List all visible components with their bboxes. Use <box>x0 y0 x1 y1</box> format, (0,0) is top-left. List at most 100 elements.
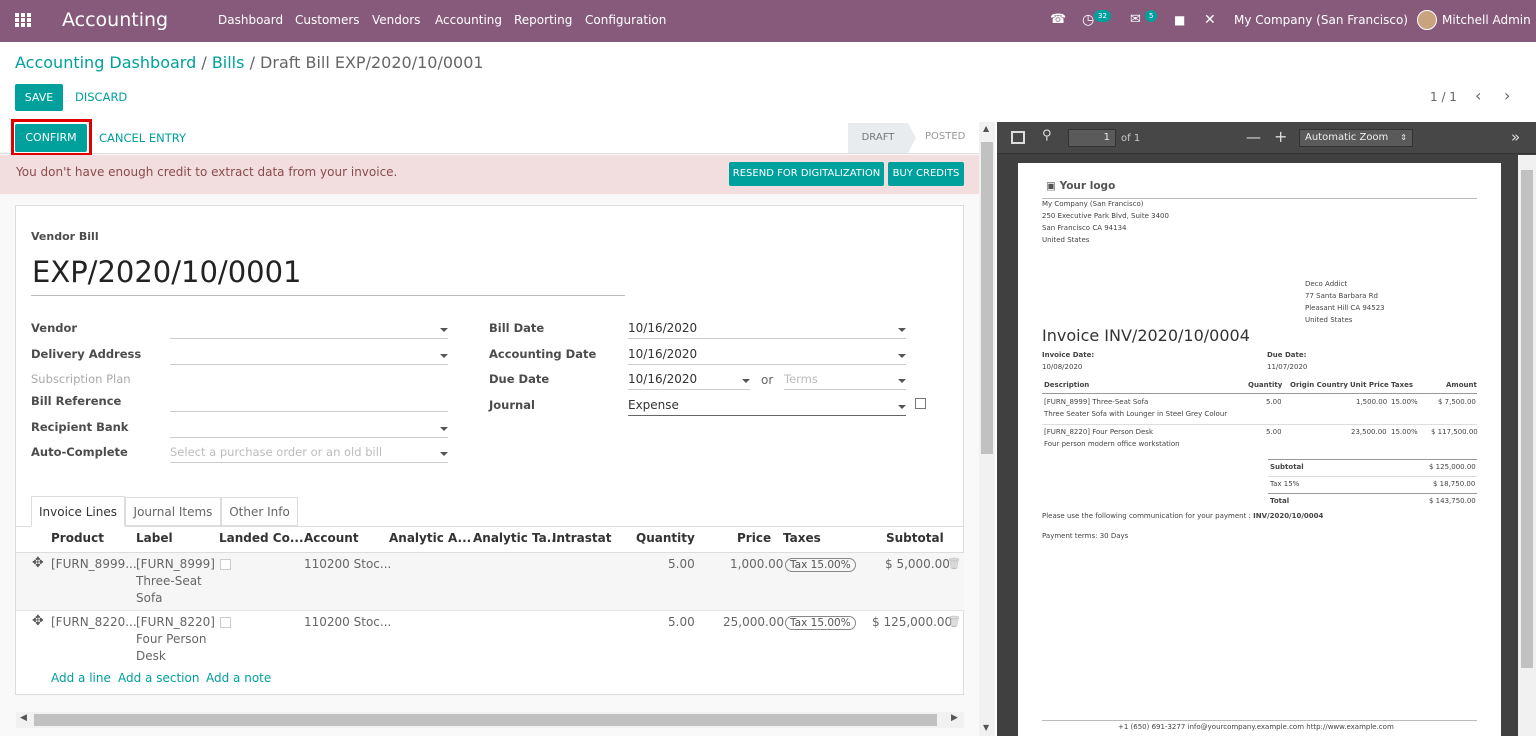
row-price[interactable]: 25,000.00 <box>723 615 784 629</box>
drag-handle-icon[interactable]: ✥ <box>32 555 44 571</box>
menu-accounting[interactable]: Accounting <box>435 0 502 40</box>
bill-number[interactable]: EXP/2020/10/0001 <box>32 255 302 289</box>
scroll-down-icon[interactable]: ▼ <box>983 723 989 732</box>
chevron-down-icon <box>898 328 906 332</box>
drag-handle-icon[interactable]: ✥ <box>32 613 44 629</box>
column-header[interactable]: Label <box>136 531 173 545</box>
sidebar-toggle-icon[interactable] <box>1011 131 1025 144</box>
row-quantity[interactable]: 5.00 <box>668 557 695 571</box>
column-header[interactable]: Subtotal <box>886 531 944 545</box>
tax-badge[interactable]: Tax 15.00% <box>785 558 856 572</box>
tab-invoice-lines[interactable]: Invoice Lines <box>31 496 125 527</box>
scrollbar-thumb[interactable] <box>981 142 993 454</box>
column-header[interactable]: Taxes <box>783 531 821 545</box>
zoom-select[interactable]: Automatic Zoom ⇕ <box>1299 129 1413 147</box>
user-avatar[interactable] <box>1417 10 1437 30</box>
row-subtotal: $ 5,000.00 <box>885 557 950 571</box>
bill-reference-field[interactable] <box>170 394 448 412</box>
column-header[interactable]: Quantity <box>636 531 695 545</box>
column-header[interactable]: Price <box>737 531 771 545</box>
user-menu[interactable]: Mitchell Admin <box>1442 0 1531 40</box>
status-posted[interactable]: POSTED <box>925 131 965 142</box>
pager-previous-icon[interactable]: ‹ <box>1475 86 1481 105</box>
row-label[interactable]: [FURN_8999] <box>136 557 215 571</box>
buy-credits-button[interactable]: BUY CREDITS <box>888 162 964 186</box>
due-date-field[interactable]: 10/16/2020 <box>628 372 750 390</box>
row-label[interactable]: [FURN_8220] <box>136 615 215 629</box>
gift-icon[interactable]: ■ <box>1174 0 1185 40</box>
accounting-date-field[interactable]: 10/16/2020 <box>628 347 906 365</box>
row-label[interactable]: Desk <box>136 649 166 663</box>
landed-cost-checkbox[interactable] <box>220 559 231 570</box>
row-label[interactable]: Four Person <box>136 632 207 646</box>
confirm-button[interactable]: CONFIRM <box>15 124 87 152</box>
trash-icon[interactable]: 🗑 <box>947 615 961 628</box>
tools-menu-icon[interactable]: » <box>1511 128 1520 146</box>
tab-other-info[interactable]: Other Info <box>221 497 298 526</box>
menu-reporting[interactable]: Reporting <box>514 0 572 40</box>
recipient-bank-field[interactable] <box>170 420 448 438</box>
add-section-link[interactable]: Add a section <box>118 671 199 685</box>
scroll-up-icon[interactable]: ▲ <box>983 124 989 133</box>
column-header[interactable]: Analytic A... <box>389 531 471 545</box>
row-price[interactable]: 1,000.00 <box>730 557 783 571</box>
row-quantity[interactable]: 5.00 <box>668 615 695 629</box>
external-link-icon[interactable] <box>915 398 926 409</box>
messages-icon[interactable]: ✉ <box>1130 0 1141 40</box>
save-button[interactable]: SAVE <box>15 84 63 111</box>
add-note-link[interactable]: Add a note <box>206 671 271 685</box>
row-account[interactable]: 110200 Stoc... <box>304 557 391 571</box>
trash-icon[interactable]: 🗑 <box>947 557 961 570</box>
breadcrumb-accounting-dashboard[interactable]: Accounting Dashboard <box>15 53 196 72</box>
menu-dashboard[interactable]: Dashboard <box>218 0 283 40</box>
column-header[interactable]: Product <box>51 531 104 545</box>
column-header[interactable]: Account <box>304 531 359 545</box>
recipient-bank-label: Recipient Bank <box>31 420 129 434</box>
journal-value: Expense <box>628 398 679 412</box>
landed-cost-checkbox[interactable] <box>220 617 231 628</box>
add-line-link[interactable]: Add a line <box>51 671 111 685</box>
menu-customers[interactable]: Customers <box>295 0 360 40</box>
debug-tools-icon[interactable]: ✕ <box>1204 0 1216 40</box>
breadcrumb-bills[interactable]: Bills <box>212 53 245 72</box>
tax-badge[interactable]: Tax 15.00% <box>785 616 856 630</box>
menu-configuration[interactable]: Configuration <box>585 0 666 40</box>
scroll-right-icon[interactable]: ▶ <box>951 713 958 723</box>
cancel-entry-button[interactable]: CANCEL ENTRY <box>99 131 186 145</box>
auto-complete-field[interactable]: Select a purchase order or an old bill <box>170 445 448 463</box>
pager-next-icon[interactable]: › <box>1504 86 1510 105</box>
pdf-due-date-label: Due Date: <box>1267 351 1307 359</box>
pdf-rule <box>1042 198 1477 199</box>
zoom-out-icon[interactable]: — <box>1246 128 1261 146</box>
phone-icon[interactable]: ☎ <box>1050 0 1066 40</box>
page-number-input[interactable]: 1 <box>1068 129 1116 147</box>
column-header[interactable]: Landed Co... <box>219 531 304 545</box>
menu-vendors[interactable]: Vendors <box>372 0 420 40</box>
bill-date-field[interactable]: 10/16/2020 <box>628 321 906 339</box>
row-product[interactable]: [FURN_8999... <box>51 557 137 571</box>
row-label[interactable]: Three-Seat <box>136 574 202 588</box>
row-product[interactable]: [FURN_8220... <box>51 615 137 629</box>
zoom-in-icon[interactable]: + <box>1274 127 1287 146</box>
journal-field[interactable]: Expense <box>628 398 906 416</box>
tab-journal-items[interactable]: Journal Items <box>125 497 221 526</box>
vendor-field[interactable] <box>170 321 448 339</box>
payment-terms-field[interactable]: Terms <box>784 372 906 390</box>
app-title[interactable]: Accounting <box>62 0 168 40</box>
scrollbar-thumb[interactable] <box>34 714 937 726</box>
activity-clock-icon[interactable]: ◷ <box>1082 0 1094 40</box>
search-icon[interactable]: ⚲ <box>1042 128 1052 143</box>
pdf-line-price: 1,500.00 <box>1356 398 1388 406</box>
apps-menu-icon[interactable] <box>15 13 31 27</box>
scroll-left-icon[interactable]: ◀ <box>20 713 27 723</box>
column-header[interactable]: Analytic Ta... <box>473 531 560 545</box>
row-label[interactable]: Sofa <box>136 591 163 605</box>
discard-button[interactable]: DISCARD <box>75 90 127 104</box>
column-header[interactable]: Intrastat <box>552 531 611 545</box>
row-account[interactable]: 110200 Stoc... <box>304 615 391 629</box>
resend-digitalization-button[interactable]: RESEND FOR DIGITALIZATION <box>729 162 884 186</box>
activity-count-badge: 32 <box>1094 10 1111 22</box>
delivery-address-field[interactable] <box>170 347 448 365</box>
scrollbar-thumb[interactable] <box>1521 170 1533 668</box>
company-switcher[interactable]: My Company (San Francisco) <box>1234 0 1408 40</box>
